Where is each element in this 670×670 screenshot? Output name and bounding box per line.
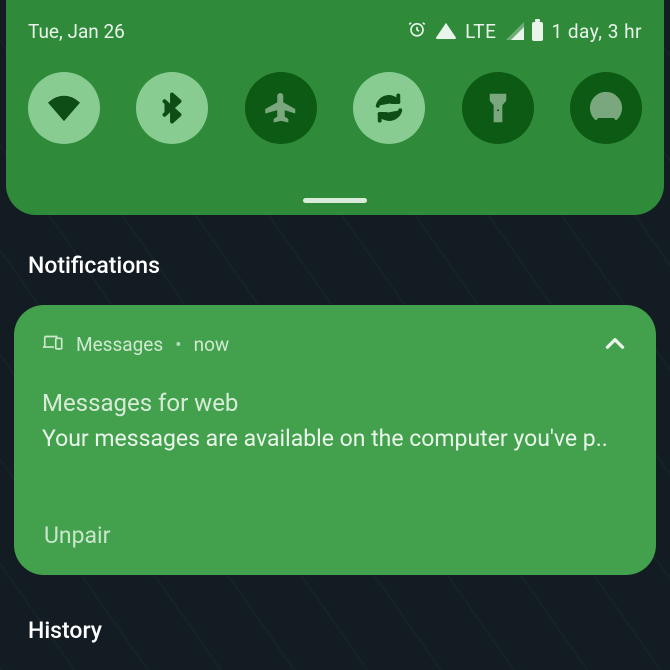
notification-action-unpair[interactable]: Unpair [44, 522, 110, 549]
notification-card-messages[interactable]: Messages • now Messages for web Your mes… [14, 305, 656, 575]
panel-drag-handle[interactable] [303, 198, 367, 203]
notification-time: now [194, 333, 230, 356]
qs-tile-airplane[interactable] [245, 72, 317, 144]
battery-icon [532, 22, 543, 41]
alarm-icon [407, 19, 427, 44]
quick-settings-tiles [28, 72, 642, 144]
qs-tile-wifi[interactable] [28, 72, 100, 144]
status-bar: Tue, Jan 26 LTE 1 day, 3 hr [28, 0, 642, 62]
quick-settings-panel: Tue, Jan 26 LTE 1 day, 3 hr [6, 0, 664, 215]
notification-title: Messages for web [42, 389, 628, 417]
battery-text: 1 day, 3 hr [551, 20, 642, 43]
section-header-history: History [28, 617, 102, 644]
status-icons: LTE 1 day, 3 hr [407, 19, 642, 44]
separator-dot: • [175, 333, 181, 356]
collapse-icon[interactable] [602, 331, 628, 357]
devices-icon [42, 332, 64, 357]
notification-body: Your messages are available on the compu… [42, 423, 628, 454]
notification-app-name: Messages [76, 333, 163, 356]
section-header-notifications: Notifications [28, 252, 160, 279]
cell-signal-icon [504, 22, 524, 40]
qs-tile-hotspot[interactable] [570, 72, 642, 144]
status-date: Tue, Jan 26 [28, 20, 125, 43]
qs-tile-rotate[interactable] [353, 72, 425, 144]
qs-tile-bluetooth[interactable] [136, 72, 208, 144]
notification-header: Messages • now [42, 331, 628, 357]
qs-tile-flashlight[interactable] [462, 72, 534, 144]
network-type: LTE [465, 20, 496, 43]
wifi-status-icon [435, 22, 457, 40]
